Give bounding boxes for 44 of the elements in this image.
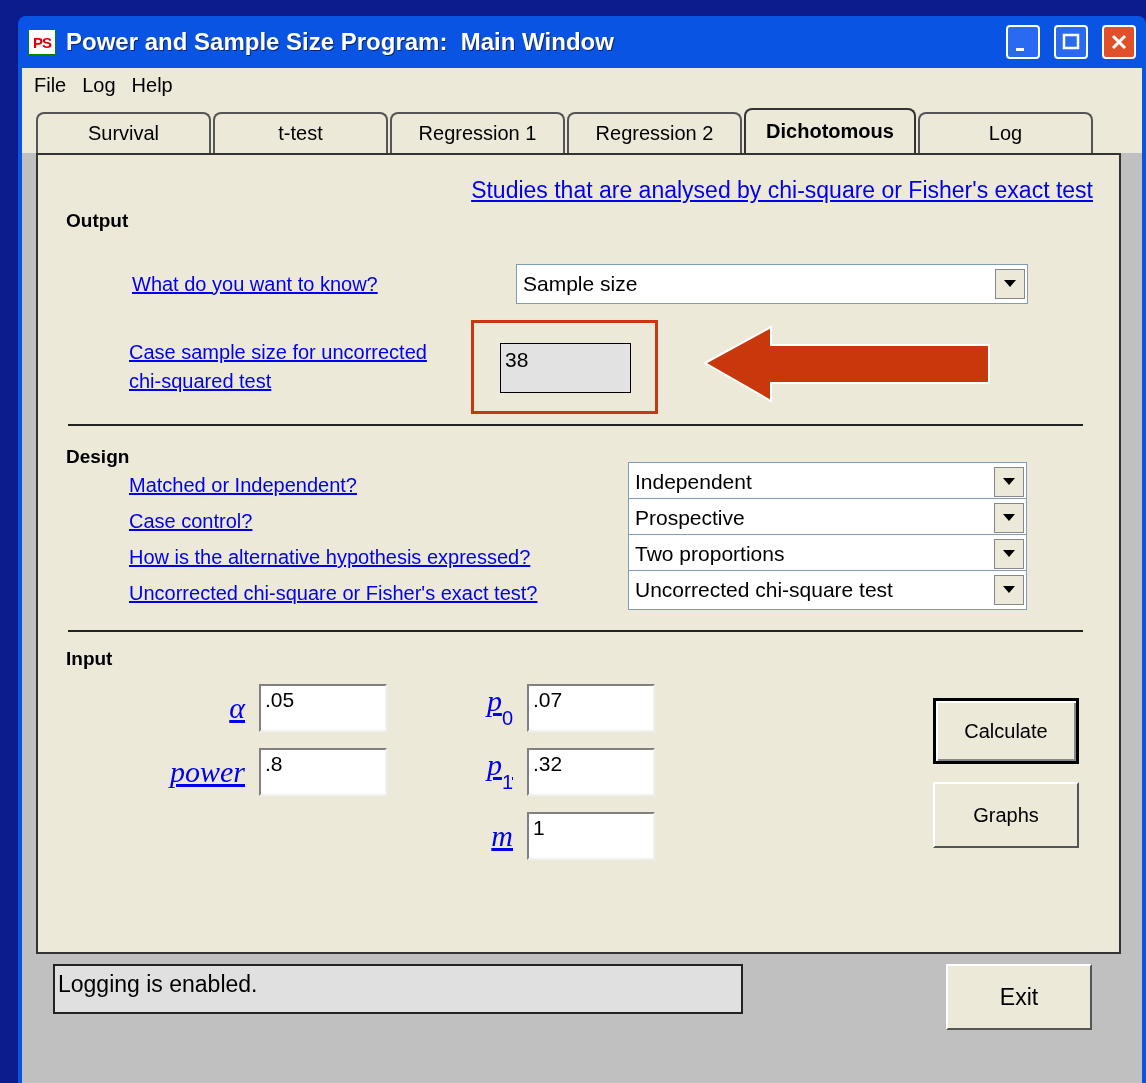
tab[interactable]: Regression 1 <box>390 112 565 153</box>
parameter-link[interactable]: m <box>491 821 513 851</box>
parameter-link[interactable]: p$_{1}$ <box>486 750 513 794</box>
close-icon <box>1110 33 1128 51</box>
input-field[interactable]: .07 <box>527 684 655 732</box>
input-field[interactable]: 1 <box>527 812 655 860</box>
section-title: Design <box>66 446 131 468</box>
result-field[interactable]: 38 <box>500 343 631 393</box>
tab[interactable]: Dichotomous <box>744 108 916 153</box>
tab[interactable]: Survival <box>36 112 211 153</box>
help-link[interactable]: What do you want to know? <box>132 272 516 296</box>
tab[interactable]: t-test <box>213 112 388 153</box>
help-link[interactable]: How is the alternative hypothesis expressed? <box>129 546 628 569</box>
tab[interactable]: Log <box>918 112 1093 153</box>
section-title: Output <box>66 210 130 232</box>
parameter-link[interactable]: α <box>229 693 245 723</box>
tab[interactable]: Regression 2 <box>567 112 742 153</box>
help-link[interactable]: Uncorrected chi-square or Fisher's exact test? <box>129 582 628 605</box>
minimize-button[interactable] <box>1006 25 1040 59</box>
menu-item[interactable]: File <box>26 73 75 97</box>
exit-button[interactable]: Exit <box>946 964 1092 1030</box>
parameter-link[interactable]: p$_{0}$ <box>486 686 513 730</box>
dropdown[interactable]: Uncorrected chi-square test <box>628 570 1027 610</box>
dropdown[interactable]: Sample size <box>516 264 1028 304</box>
help-link[interactable]: Case control? <box>129 510 628 533</box>
parameter-link[interactable]: power <box>170 757 245 787</box>
action-button[interactable]: Graphs <box>933 782 1079 848</box>
maximize-icon <box>1062 33 1080 51</box>
status-text: Logging is enabled. <box>53 964 743 1014</box>
menu-item[interactable]: Log <box>74 73 124 97</box>
input-field[interactable]: .05 <box>259 684 387 732</box>
menu-item[interactable]: Help <box>123 73 181 97</box>
input-field[interactable]: .32 <box>527 748 655 796</box>
window-title: Power and Sample Size Program: Main Window <box>66 28 615 56</box>
help-link[interactable]: Case sample size for uncorrected chi-squared test <box>129 338 447 396</box>
heading-link[interactable]: Studies that are analysed by chi-square or Fisher's exact test <box>471 177 1093 204</box>
input-field[interactable]: .8 <box>259 748 387 796</box>
close-button[interactable] <box>1102 25 1136 59</box>
minimize-icon <box>1015 47 1025 51</box>
maximize-button[interactable] <box>1054 25 1088 59</box>
app-logo: PS <box>28 29 56 55</box>
action-button[interactable]: Calculate <box>933 698 1079 764</box>
help-link[interactable]: Matched or Independent? <box>129 474 628 497</box>
section-title: Input <box>66 648 114 670</box>
